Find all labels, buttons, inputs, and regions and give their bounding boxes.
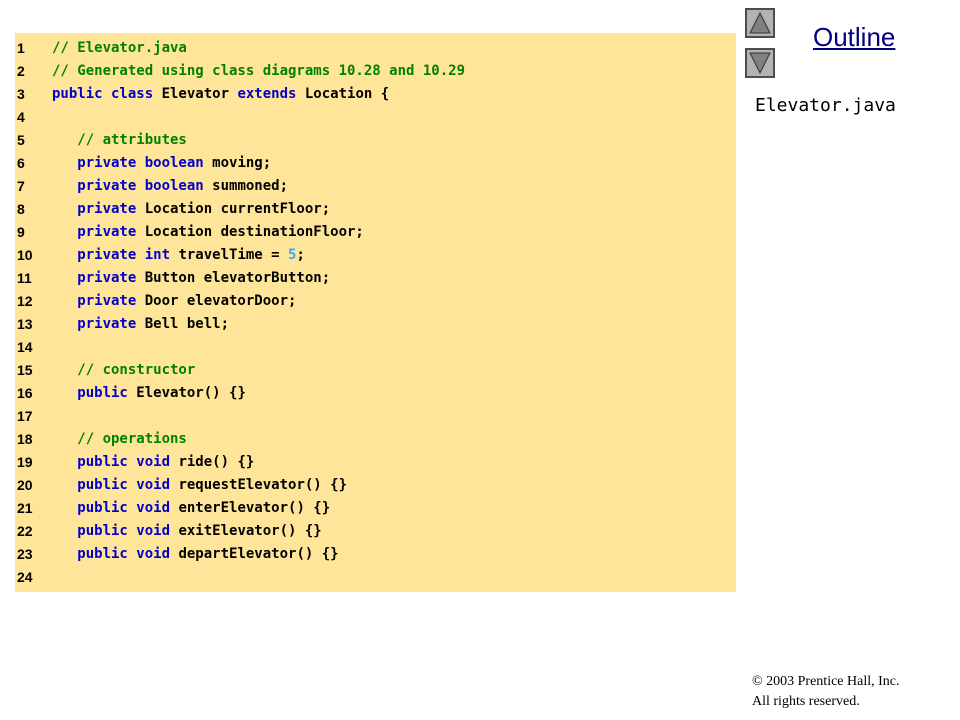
previous-slide-button[interactable] [745, 8, 775, 38]
line-code: private int travelTime = 5; [52, 244, 305, 267]
code-token-plain: ride() {} [178, 454, 255, 470]
line-number: 7 [17, 178, 25, 194]
line-number: 22 [17, 523, 33, 539]
code-token-keyword: public [52, 385, 137, 401]
code-token-keyword: private [52, 224, 145, 240]
code-token-plain: Button elevatorButton; [144, 270, 331, 286]
code-token-plain: travelTime = [178, 247, 289, 263]
line-code: private Button elevatorButton; [52, 267, 330, 290]
line-number: 11 [17, 270, 32, 286]
copyright-notice: © 2003 Prentice Hall, Inc. All rights re… [752, 672, 900, 712]
line-number: 23 [17, 546, 33, 562]
code-token-plain: Bell bell; [144, 316, 230, 332]
line-code: private Location currentFloor; [52, 198, 330, 221]
code-token-plain: Location destinationFloor; [144, 224, 364, 240]
code-token-keyword: private [52, 201, 145, 217]
line-code: public void enterElevator() {} [52, 497, 330, 520]
line-code: public class Elevator extends Location { [52, 83, 389, 106]
copyright-line-1: © 2003 Prentice Hall, Inc. [752, 674, 900, 689]
code-token-plain: exitElevator() {} [178, 523, 322, 539]
code-token-keyword: public void [52, 454, 179, 470]
code-token-plain: moving; [212, 155, 272, 171]
line-number: 2 [17, 63, 25, 79]
code-token-plain: Elevator [161, 86, 238, 102]
line-code: private Door elevatorDoor; [52, 290, 296, 313]
code-listing-panel: 1 // Elevator.java 2 // Generated using cla… [15, 33, 736, 592]
code-token-keyword: public class [52, 86, 162, 102]
code-token-keyword: public void [52, 546, 179, 562]
code-token-comment: // Elevator.java [52, 40, 187, 56]
line-code: // constructor [52, 359, 195, 382]
code-token-keyword: public void [52, 523, 179, 539]
line-number: 3 [17, 86, 25, 102]
code-token-plain: Location { [304, 86, 390, 102]
code-token-plain: ; [296, 247, 305, 263]
code-token-keyword: private boolean [52, 155, 213, 171]
code-token-comment: // attributes [52, 132, 187, 148]
line-number: 14 [17, 339, 33, 355]
code-token-plain: Elevator() {} [136, 385, 246, 401]
line-number: 18 [17, 431, 33, 447]
next-slide-button[interactable] [745, 48, 775, 78]
line-number: 12 [17, 293, 33, 309]
line-code: public void requestElevator() {} [52, 474, 347, 497]
line-number: 9 [17, 224, 25, 240]
line-number: 10 [17, 247, 33, 263]
line-number: 13 [17, 316, 33, 332]
code-token-keyword: extends [237, 86, 305, 102]
code-token-plain: summoned; [212, 178, 289, 194]
line-code: private Bell bell; [52, 313, 229, 336]
code-token-plain: Door elevatorDoor; [144, 293, 297, 309]
line-code: // Elevator.java [52, 37, 187, 60]
line-number: 24 [17, 569, 33, 585]
line-code: // operations [52, 428, 187, 451]
code-token-plain: enterElevator() {} [178, 500, 331, 516]
line-number: 4 [17, 109, 25, 125]
line-number: 16 [17, 385, 33, 401]
code-token-keyword: private boolean [52, 178, 213, 194]
code-token-keyword: private [52, 316, 145, 332]
code-token-keyword: public void [52, 477, 179, 493]
line-number: 15 [17, 362, 33, 378]
line-number: 21 [17, 500, 33, 516]
line-number: 20 [17, 477, 33, 493]
triangle-down-icon [749, 52, 771, 74]
code-token-keyword: private [52, 293, 145, 309]
line-number: 6 [17, 155, 25, 171]
outline-link[interactable]: Outline [813, 22, 895, 53]
line-number: 8 [17, 201, 25, 217]
code-token-comment: // operations [52, 431, 187, 447]
line-code: public Elevator() {} [52, 382, 246, 405]
code-token-keyword: private int [52, 247, 179, 263]
file-name-label: Elevator.java [755, 95, 896, 116]
line-number: 1 [17, 40, 25, 56]
code-token-comment: // Generated using class diagrams 10.28 … [52, 63, 466, 79]
line-number: 19 [17, 454, 33, 470]
line-number: 5 [17, 132, 25, 148]
line-code: private boolean moving; [52, 152, 271, 175]
code-token-comment: // constructor [52, 362, 196, 378]
code-token-plain: requestElevator() {} [178, 477, 348, 493]
code-token-plain: departElevator() {} [178, 546, 339, 562]
code-token-plain: Location currentFloor; [144, 201, 331, 217]
line-code: public void ride() {} [52, 451, 254, 474]
line-code: // Generated using class diagrams 10.28 … [52, 60, 465, 83]
line-code: public void departElevator() {} [52, 543, 339, 566]
line-number: 17 [17, 408, 33, 424]
code-token-keyword: private [52, 270, 145, 286]
line-code: private boolean summoned; [52, 175, 288, 198]
line-code: public void exitElevator() {} [52, 520, 322, 543]
copyright-line-2: All rights reserved. [752, 694, 860, 709]
line-code: private Location destinationFloor; [52, 221, 364, 244]
line-code: // attributes [52, 129, 187, 152]
code-token-keyword: public void [52, 500, 179, 516]
triangle-up-icon [749, 12, 771, 34]
